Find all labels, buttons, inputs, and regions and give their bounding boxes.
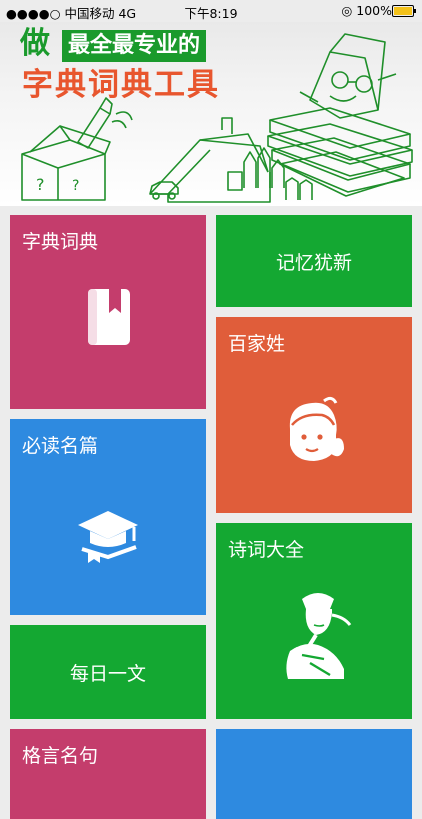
status-bar: ●●●●○ 中国移动 4G 下午8:19 ◎ 100% <box>0 0 422 22</box>
promo-banner: ? ? 做 最全最专业的 字典词典工具 <box>0 22 422 206</box>
tile-daily-article-label: 每日一文 <box>69 663 146 685</box>
tile-quotes[interactable]: 格言名句 <box>10 729 206 819</box>
tile-memory[interactable]: 记忆犹新 <box>216 215 412 307</box>
tile-poetry[interactable]: 诗词大全 <box>216 523 412 719</box>
banner-slogan-line1: 最全最专业的 <box>62 30 207 62</box>
child-face-icon <box>289 396 344 461</box>
book-bookmark-icon <box>88 289 130 345</box>
svg-text:?: ? <box>72 178 79 194</box>
tile-must-read[interactable]: 必读名篇 <box>10 419 206 615</box>
tile-daily-article[interactable]: 每日一文 <box>10 625 206 719</box>
tile-must-read-label: 必读名篇 <box>22 435 99 457</box>
ancient-poet-icon <box>286 593 352 679</box>
svg-text:?: ? <box>36 175 45 194</box>
tile-dictionary-label: 字典词典 <box>22 231 99 253</box>
tile-dictionary[interactable]: 字典词典 <box>10 215 206 409</box>
tile-surnames-label: 百家姓 <box>228 333 286 355</box>
tile-surnames[interactable]: 百家姓 <box>216 317 412 513</box>
tile-memory-label: 记忆犹新 <box>275 252 352 274</box>
banner-slogan-line2: 字典词典工具 <box>22 67 220 103</box>
tile-poetry-label: 诗词大全 <box>228 539 305 561</box>
tile-next[interactable] <box>216 729 412 819</box>
tile-quotes-label: 格言名句 <box>22 745 99 767</box>
banner-lead-char: 做 <box>20 26 50 61</box>
battery-percent: ◎ 100% <box>341 3 392 18</box>
battery-icon <box>392 5 416 17</box>
graduation-cap-book-icon <box>78 511 138 563</box>
